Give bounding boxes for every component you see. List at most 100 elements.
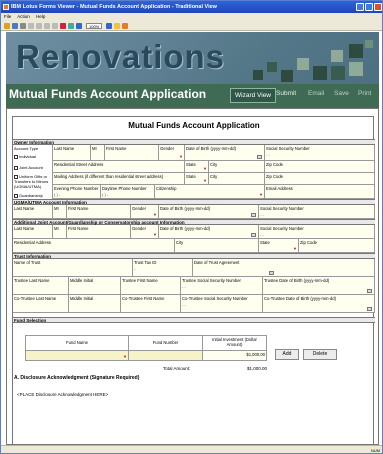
dropdown-arrow-icon: ▼ bbox=[203, 166, 207, 171]
owner-res-address-field[interactable]: Residential Street Address bbox=[53, 161, 185, 173]
owner-mail-address-field[interactable]: Mailing Address (if different than resid… bbox=[53, 173, 185, 185]
nav-print[interactable]: Print bbox=[358, 90, 371, 97]
initial-investment-field[interactable]: $1,000.00 bbox=[203, 351, 267, 361]
individual-checkbox[interactable] bbox=[14, 154, 18, 159]
joint-dob-field[interactable]: Date of Birth (yyyy-mm-dd) bbox=[159, 225, 259, 239]
type-individual[interactable]: Individual bbox=[14, 154, 51, 159]
nav-save[interactable]: Save bbox=[334, 90, 349, 97]
trustee-middle-field[interactable]: Middle Initial bbox=[69, 277, 121, 295]
co-trustee-dob-field[interactable]: Co-Trustee Date of Birth (yyyy-mm-dd) bbox=[263, 295, 375, 313]
info-icon[interactable] bbox=[122, 22, 129, 29]
zoom-select[interactable]: 100% bbox=[86, 22, 103, 29]
co-trustee-middle-field[interactable]: Middle Initial bbox=[69, 295, 121, 313]
signature-icon[interactable] bbox=[68, 22, 74, 29]
owner-last-name-field[interactable]: Last Name bbox=[53, 145, 91, 161]
nav-email[interactable]: Email bbox=[308, 90, 324, 97]
fund-name-header: Fund Name bbox=[25, 335, 129, 351]
zoom-in-icon[interactable] bbox=[106, 22, 113, 29]
trust-agreement-date-field[interactable]: Date of Trust Agreement bbox=[193, 259, 375, 277]
calendar-icon[interactable] bbox=[257, 155, 262, 159]
window-title: IBM Lotus Forms Viewer - Mutual Funds Ac… bbox=[11, 4, 217, 10]
owner-state-select[interactable]: State ▼ bbox=[185, 161, 209, 173]
joint-city-field[interactable]: City bbox=[175, 239, 259, 253]
calendar-icon[interactable] bbox=[251, 233, 256, 237]
close-button[interactable] bbox=[374, 3, 382, 11]
zoom-out-icon[interactable] bbox=[76, 22, 82, 29]
owner-city-field[interactable]: City bbox=[209, 161, 265, 173]
ugma-ssn-field[interactable]: Social Security Number - - bbox=[259, 205, 375, 219]
owner-mail-state-select[interactable]: State ▼ bbox=[185, 173, 209, 185]
ugma-mi-field[interactable]: MI bbox=[53, 205, 67, 219]
text-icon[interactable] bbox=[52, 22, 58, 29]
cut-icon[interactable] bbox=[28, 22, 34, 29]
owner-first-name-field[interactable]: First Name bbox=[105, 145, 159, 161]
joint-res-address-field[interactable]: Residential Address bbox=[13, 239, 175, 253]
calendar-icon[interactable] bbox=[367, 307, 372, 311]
co-trustee-first-name-field[interactable]: Co-Trustee First Name bbox=[121, 295, 181, 313]
maximize-button[interactable] bbox=[365, 3, 373, 11]
dropdown-arrow-icon: ▼ bbox=[293, 246, 297, 251]
trustee-first-name-field[interactable]: Trustee First Name bbox=[121, 277, 181, 295]
joint-last-name-field[interactable]: Last Name bbox=[13, 225, 53, 239]
owner-ssn-field[interactable]: Social Security Number - - bbox=[265, 145, 375, 161]
add-fund-button[interactable]: Add bbox=[275, 349, 299, 360]
email-field[interactable]: Email Address bbox=[265, 185, 375, 199]
owner-mail-city-field[interactable]: City bbox=[209, 173, 265, 185]
calendar-icon[interactable] bbox=[367, 289, 372, 293]
trust-tax-id-field[interactable]: Trust Tax ID - bbox=[133, 259, 193, 277]
joint-zip-field[interactable]: Zip Code bbox=[299, 239, 375, 253]
menu-action[interactable]: Action bbox=[17, 14, 30, 19]
trustee-last-name-field[interactable]: Trustee Last Name bbox=[13, 277, 69, 295]
help-icon[interactable] bbox=[114, 22, 121, 29]
co-trustee-last-name-field[interactable]: Co-Trustee Last Name bbox=[13, 295, 69, 313]
trustee-ssn-field[interactable]: Trustee Social Security Number - - bbox=[181, 277, 263, 295]
daytime-phone-field[interactable]: Daytime Phone Number( ) - bbox=[101, 185, 155, 199]
fund-number-field[interactable] bbox=[129, 351, 203, 361]
joint-checkbox[interactable] bbox=[14, 165, 18, 170]
co-trustee-ssn-field[interactable]: Co-Trustee Social Security Number - - bbox=[181, 295, 263, 313]
app-window: IBM Lotus Forms Viewer - Mutual Funds Ac… bbox=[0, 0, 383, 454]
delete-fund-button[interactable]: Delete bbox=[303, 349, 337, 360]
ugma-first-name-field[interactable]: First Name bbox=[67, 205, 131, 219]
ugma-last-name-field[interactable]: Last Name bbox=[13, 205, 53, 219]
joint-gender-select[interactable]: Gender ▼ bbox=[131, 225, 159, 239]
owner-dob-field[interactable]: Date of Birth (yyyy-mm-dd) bbox=[185, 145, 265, 161]
menu-help[interactable]: Help bbox=[36, 14, 45, 19]
joint-mi-field[interactable]: MI bbox=[53, 225, 67, 239]
evening-phone-field[interactable]: Evening Phone Number( ) - bbox=[53, 185, 101, 199]
copy-icon[interactable] bbox=[36, 22, 42, 29]
calendar-icon[interactable] bbox=[251, 213, 256, 217]
type-ugma[interactable]: Uniform Gifts or Transfers to Minors (UG… bbox=[14, 174, 51, 189]
owner-mi-field[interactable]: MI bbox=[91, 145, 105, 161]
owner-zip-field[interactable]: Zip Code bbox=[265, 161, 375, 173]
minimize-button[interactable] bbox=[356, 3, 364, 11]
print-icon[interactable] bbox=[20, 22, 26, 29]
open-icon[interactable] bbox=[4, 22, 10, 29]
paste-icon[interactable] bbox=[44, 22, 50, 29]
nav-submit[interactable]: Submit bbox=[276, 90, 296, 97]
joint-ssn-field[interactable]: Social Security Number - - bbox=[259, 225, 375, 239]
owner-gender-select[interactable]: Gender ▼ bbox=[159, 145, 185, 161]
dropdown-arrow-icon: ▼ bbox=[179, 154, 183, 159]
form-page: Mutual Funds Account Application Owner I… bbox=[6, 108, 379, 445]
joint-state-select[interactable]: State ▼ bbox=[259, 239, 299, 253]
save-icon[interactable] bbox=[12, 22, 18, 29]
ugma-gender-select[interactable]: Gender ▼ bbox=[131, 205, 159, 219]
fund-number-header: Fund Number bbox=[129, 335, 203, 351]
fund-name-select[interactable]: ▼ bbox=[25, 351, 129, 361]
toolbar: 100% bbox=[1, 21, 382, 31]
application-form: Mutual Funds Account Application Owner I… bbox=[12, 116, 375, 444]
citizenship-select[interactable]: Citizenship ▼ bbox=[155, 185, 265, 199]
menu-bar: File Action Help bbox=[1, 13, 382, 21]
trust-name-field[interactable]: Name of Trust bbox=[13, 259, 133, 277]
trustee-dob-field[interactable]: Trustee Date of Birth (yyyy-mm-dd) bbox=[263, 277, 375, 295]
ugma-dob-field[interactable]: Date of Birth (yyyy-mm-dd) bbox=[159, 205, 259, 219]
owner-mail-zip-field[interactable]: Zip Code bbox=[265, 173, 375, 185]
nav-wizard-view[interactable]: Wizard View bbox=[230, 88, 277, 103]
dropdown-arrow-icon: ▼ bbox=[259, 192, 263, 197]
menu-file[interactable]: File bbox=[4, 14, 11, 19]
type-joint[interactable]: Joint Account bbox=[14, 165, 51, 170]
joint-first-name-field[interactable]: First Name bbox=[67, 225, 131, 239]
attach-icon[interactable] bbox=[60, 22, 66, 29]
calendar-icon[interactable] bbox=[269, 271, 274, 275]
